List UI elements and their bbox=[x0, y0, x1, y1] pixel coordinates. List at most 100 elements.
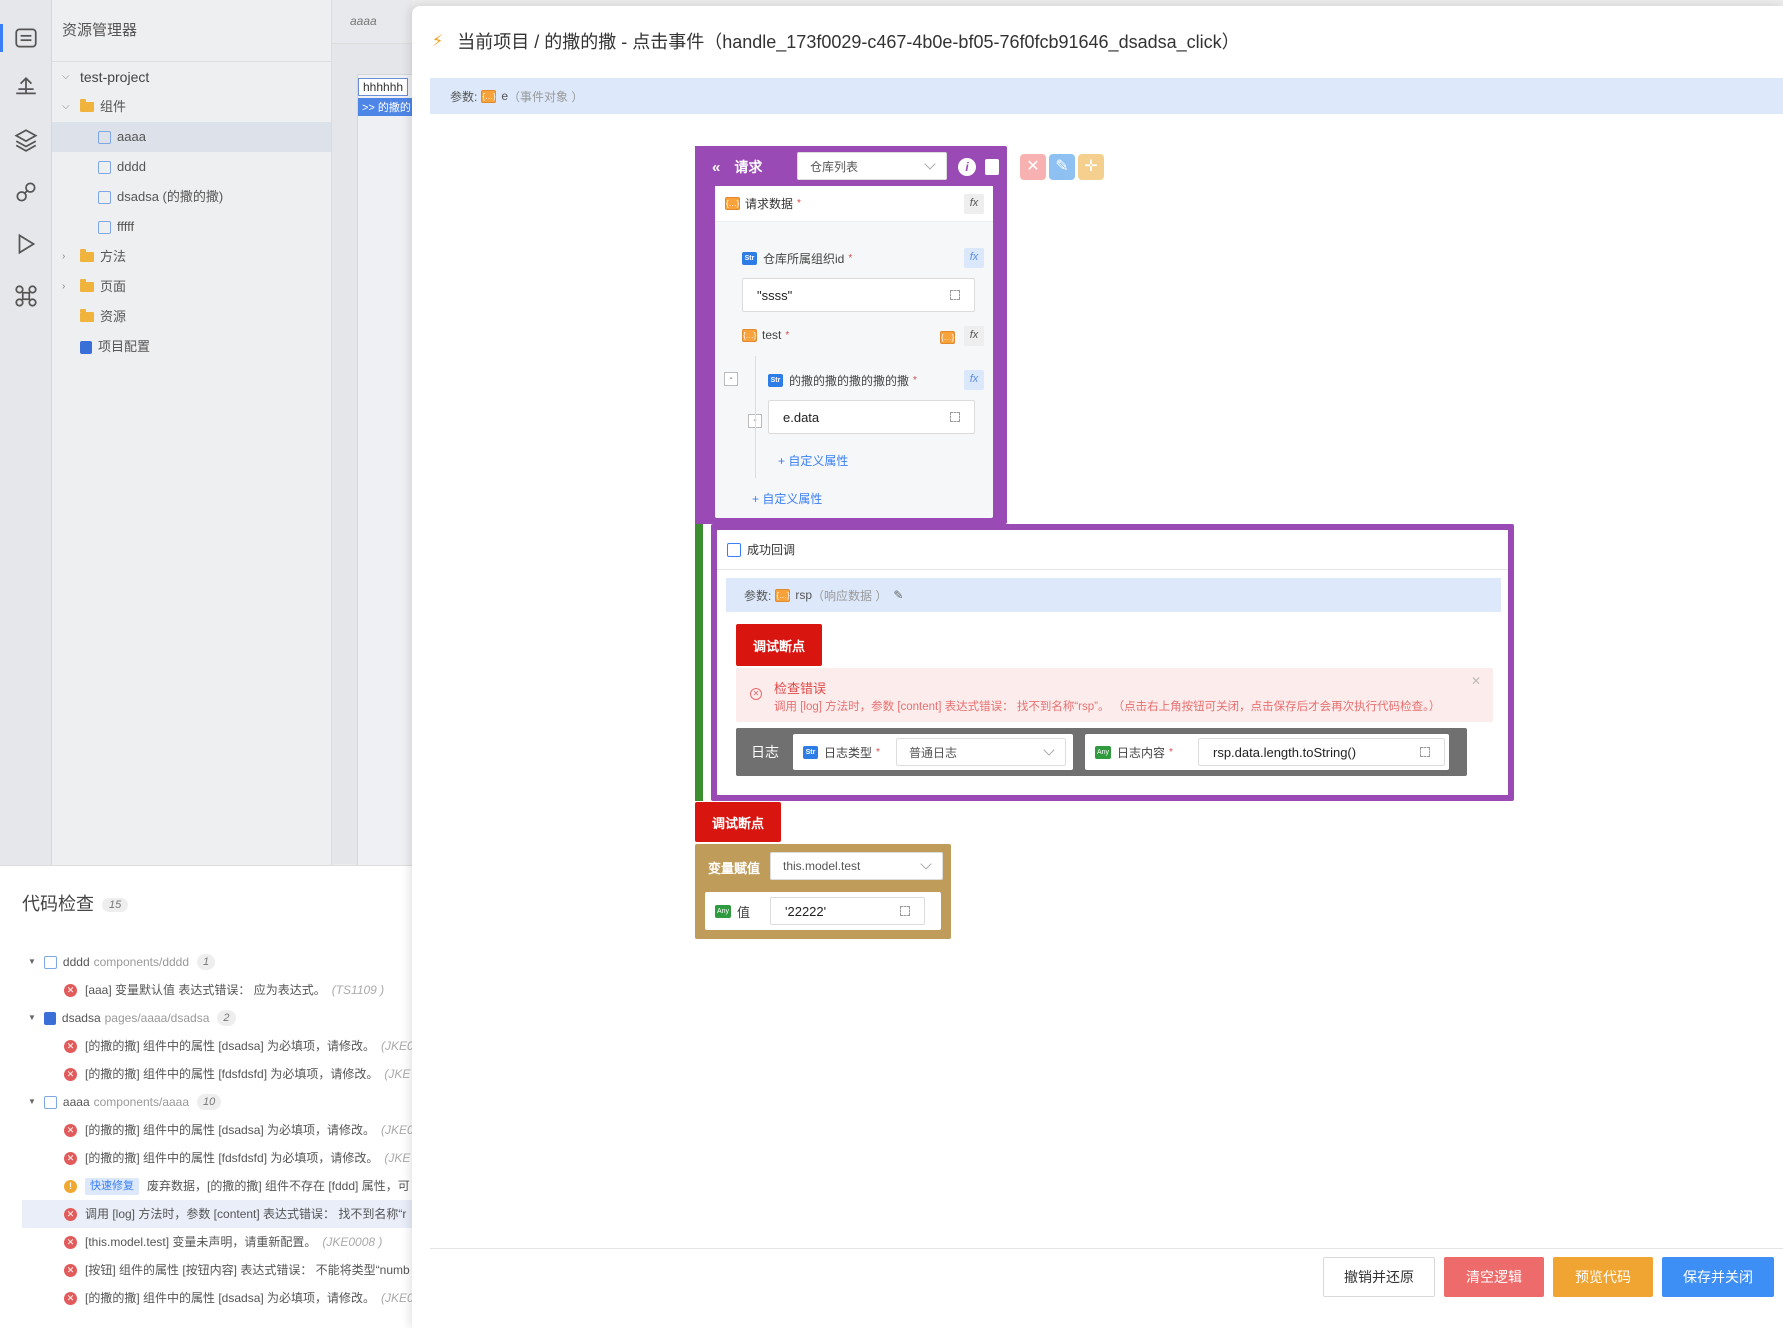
log-type-select[interactable]: 普通日志 bbox=[896, 738, 1066, 766]
expand-icon[interactable] bbox=[950, 412, 960, 422]
code-check-list: ▼ dddd components/dddd 1 ✕ [aaa] 变量默认值 表… bbox=[22, 948, 412, 1312]
deploy-icon[interactable] bbox=[10, 72, 42, 104]
check-item[interactable]: ✕ [的撒的撒] 组件中的属性 [fdsfdsfd] 为必填项，请修改。 (JKE bbox=[22, 1060, 412, 1088]
expand-icon[interactable] bbox=[1420, 747, 1430, 757]
canvas-element[interactable]: hhhhhh bbox=[358, 78, 409, 96]
check-item-warning[interactable]: ! 快速修复 废弃数据，[的撒的撒] 组件不存在 [fddd] 属性，可 bbox=[22, 1172, 412, 1200]
fx-button[interactable]: fx bbox=[964, 194, 984, 214]
org-id-input[interactable]: "ssss" bbox=[742, 278, 975, 312]
callback-param-bar: 参数: {…} rsp （响应数据 ） ✎ bbox=[726, 578, 1501, 612]
variable-value-input[interactable]: '22222' bbox=[770, 897, 925, 925]
clear-logic-button[interactable]: 清空逻辑 bbox=[1444, 1257, 1544, 1297]
error-icon: ✕ bbox=[64, 1123, 77, 1137]
chevron-down-icon bbox=[924, 158, 936, 170]
error-icon: ✕ bbox=[64, 983, 77, 997]
revert-button[interactable]: 撤销并还原 bbox=[1323, 1257, 1435, 1297]
fx-button[interactable]: fx bbox=[964, 248, 984, 268]
command-icon[interactable] bbox=[10, 280, 42, 312]
save-close-button[interactable]: 保存并关闭 bbox=[1662, 1257, 1774, 1297]
folder-icon bbox=[80, 309, 94, 322]
debug-breakpoint-outer[interactable]: 调试断点 bbox=[695, 802, 781, 842]
tree-item-aaaa[interactable]: aaaa bbox=[52, 122, 331, 152]
tree-item-fffff[interactable]: fffff bbox=[98, 212, 134, 242]
tree-components[interactable]: ⌵ 组件 bbox=[62, 92, 332, 122]
check-item[interactable]: ✕ [aaa] 变量默认值 表达式错误： 应为表达式。 (TS1109 ) bbox=[22, 976, 412, 1004]
explorer-icon[interactable] bbox=[0, 22, 42, 54]
info-icon[interactable]: i bbox=[958, 158, 976, 176]
string-type-icon: Str bbox=[742, 252, 757, 265]
string-type-icon: Str bbox=[768, 374, 783, 387]
run-icon[interactable] bbox=[10, 228, 42, 260]
expand-icon[interactable] bbox=[900, 906, 910, 916]
variable-target-select[interactable]: this.model.test bbox=[770, 852, 943, 880]
fx-button[interactable]: fx bbox=[964, 370, 984, 390]
check-item[interactable]: ✕ [按钮] 组件的属性 [按钮内容] 表达式错误： 不能将类型“numb bbox=[22, 1256, 412, 1284]
fx-button[interactable]: fx bbox=[964, 326, 984, 346]
error-icon: ✕ bbox=[64, 1291, 77, 1305]
error-icon: ✕ bbox=[64, 1263, 77, 1277]
expand-icon[interactable] bbox=[950, 290, 960, 300]
chevron-down-icon bbox=[1043, 744, 1055, 756]
collapse-toggle[interactable]: - bbox=[724, 372, 738, 386]
edit-block-button[interactable]: ✎ bbox=[1049, 154, 1075, 180]
preview-code-button[interactable]: 预览代码 bbox=[1553, 1257, 1653, 1297]
tree-project-config[interactable]: 项目配置 bbox=[80, 332, 150, 362]
chevron-down-icon: ⌵ bbox=[62, 71, 70, 82]
check-group-aaaa[interactable]: ▼ aaaa components/aaaa 10 bbox=[22, 1088, 412, 1116]
check-item-selected[interactable]: ✕ 调用 [log] 方法时，参数 [content] 表达式错误： 找不到名称… bbox=[22, 1200, 412, 1228]
object-type-button[interactable]: {…} bbox=[940, 331, 955, 344]
move-block-button[interactable]: ✛ bbox=[1078, 154, 1104, 180]
object-type-icon: {…} bbox=[725, 197, 740, 210]
log-block[interactable]: 日志 Str 日志类型 * 普通日志 Any 日志内容 * rsp.data.len… bbox=[736, 728, 1467, 776]
log-content-input[interactable]: rsp.data.length.toString() bbox=[1198, 738, 1445, 766]
object-type-icon: {…} bbox=[742, 328, 757, 342]
component-icon bbox=[98, 190, 111, 204]
explorer-panel: 资源管理器 ⌵ test-project ⌵ 组件 aaaa dddd dsad… bbox=[52, 0, 332, 865]
check-item[interactable]: ✕ [this.model.test] 变量未声明，请重新配置。 (JKE0008… bbox=[22, 1228, 412, 1256]
design-canvas: hhhhhh >> 的撒的 bbox=[332, 44, 418, 874]
folder-icon bbox=[80, 249, 94, 262]
canvas-page bbox=[357, 74, 417, 874]
tree-methods[interactable]: › 方法 bbox=[62, 242, 126, 272]
check-item[interactable]: ✕ [的撒的撒] 组件中的属性 [fdsfdsfd] 为必填项，请修改。 (JKE bbox=[22, 1144, 412, 1172]
explorer-title: 资源管理器 bbox=[52, 0, 331, 62]
error-icon: ✕ bbox=[64, 1067, 77, 1081]
folder-icon bbox=[80, 99, 94, 112]
request-data-header: {…} 请求数据 * bbox=[715, 186, 993, 222]
debug-breakpoint-inner[interactable]: 调试断点 bbox=[736, 624, 822, 666]
variable-assign-label: 变量赋值 bbox=[708, 861, 761, 876]
plugin-icon[interactable] bbox=[10, 176, 42, 208]
object-type-icon: {…} bbox=[775, 588, 791, 602]
component-icon bbox=[43, 955, 57, 969]
edit-icon[interactable]: ✎ bbox=[893, 588, 903, 602]
error-icon: ✕ bbox=[64, 1235, 77, 1249]
close-icon[interactable]: ✕ bbox=[1471, 674, 1481, 688]
warning-icon: ! bbox=[64, 1179, 77, 1193]
code-check-panel: 代码检查 15 ▼ dddd components/dddd 1 ✕ [aaa] … bbox=[0, 865, 412, 1328]
add-custom-property-inner[interactable]: + 自定义属性 bbox=[778, 452, 848, 469]
canvas-element-selected[interactable]: >> 的撒的 bbox=[358, 98, 418, 116]
tree-project[interactable]: ⌵ test-project bbox=[62, 62, 332, 92]
layers-icon[interactable] bbox=[10, 124, 42, 156]
tree-item-dsadsa[interactable]: dsadsa (的撒的撒) bbox=[98, 182, 223, 212]
add-custom-property-outer[interactable]: + 自定义属性 bbox=[752, 490, 822, 507]
nested-field-input[interactable]: e.data bbox=[768, 400, 975, 434]
component-icon bbox=[98, 130, 111, 144]
collapse-icon[interactable]: « bbox=[712, 159, 720, 176]
code-check-title: 代码检查 15 bbox=[22, 890, 129, 916]
tree-pages[interactable]: › 页面 bbox=[62, 272, 126, 302]
tree-item-dddd[interactable]: dddd bbox=[98, 152, 146, 182]
check-group-dddd[interactable]: ▼ dddd components/dddd 1 bbox=[22, 948, 412, 976]
delete-block-button[interactable]: ✕ bbox=[1020, 154, 1046, 180]
callback-header: 成功回调 bbox=[717, 530, 1508, 570]
clipboard-icon[interactable] bbox=[985, 159, 999, 175]
request-block-header: « 请求 bbox=[712, 158, 763, 176]
check-item[interactable]: ✕ [的撒的撒] 组件中的属性 [dsadsa] 为必填项，请修改。 (JKE0 bbox=[22, 1032, 412, 1060]
tree-resources[interactable]: 资源 bbox=[80, 302, 126, 332]
check-group-dsadsa[interactable]: ▼ dsadsa pages/aaaa/dsadsa 2 bbox=[22, 1004, 412, 1032]
check-item[interactable]: ✕ [的撒的撒] 组件中的属性 [dsadsa] 为必填项，请修改。 (JKE0 bbox=[22, 1284, 412, 1312]
quick-fix-button[interactable]: 快速修复 bbox=[85, 1177, 139, 1195]
editor-tab-aaaa[interactable]: aaaa bbox=[350, 14, 377, 28]
request-api-select[interactable]: 仓库列表 bbox=[797, 152, 947, 180]
check-item[interactable]: ✕ [的撒的撒] 组件中的属性 [dsadsa] 为必填项，请修改。 (JKE0 bbox=[22, 1116, 412, 1144]
